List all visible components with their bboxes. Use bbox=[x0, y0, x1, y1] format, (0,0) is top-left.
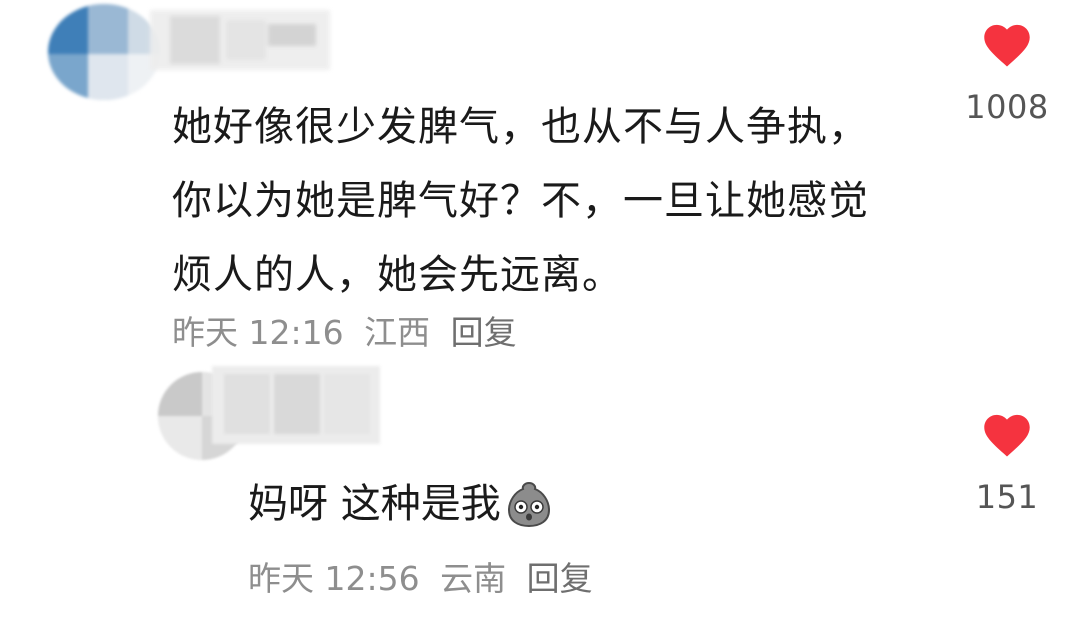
comment-location: 江西 bbox=[364, 313, 431, 352]
reply-like-count: 151 bbox=[975, 478, 1039, 516]
reply-meta: 昨天 12:56 云南 回复 bbox=[248, 552, 593, 600]
comment-like-count: 1008 bbox=[965, 88, 1049, 126]
comment-meta: 昨天 12:16 江西 回复 bbox=[172, 306, 517, 354]
commenter-avatar-blurred[interactable] bbox=[48, 4, 160, 100]
reply-like-button[interactable]: 151 bbox=[952, 408, 1062, 516]
reply-text: 妈呀 这种是我 bbox=[248, 474, 553, 534]
comment-text-line: 她好像很少发脾气，也从不与人争执， bbox=[172, 104, 869, 150]
reply-text-content: 妈呀 这种是我 bbox=[248, 481, 501, 527]
comment-text-line: 烦人的人，她会先远离。 bbox=[172, 252, 623, 298]
replier-name-blurred[interactable] bbox=[212, 366, 380, 444]
reply-button[interactable]: 回复 bbox=[451, 313, 517, 352]
heart-icon[interactable] bbox=[979, 18, 1035, 68]
heart-icon[interactable] bbox=[979, 408, 1035, 458]
comment-text: 她好像很少发脾气，也从不与人争执， 你以为她是脾气好？不，一旦让她感觉 烦人的人… bbox=[172, 90, 932, 312]
comment-time: 昨天 12:16 bbox=[172, 313, 344, 352]
comment-text-line: 你以为她是脾气好？不，一旦让她感觉 bbox=[172, 178, 869, 224]
reply-time: 昨天 12:56 bbox=[248, 559, 420, 598]
commenter-name-blurred[interactable] bbox=[150, 10, 330, 70]
shocked-face-emoji-icon bbox=[507, 481, 550, 528]
comment-like-button[interactable]: 1008 bbox=[952, 18, 1062, 126]
reply-location: 云南 bbox=[440, 559, 507, 598]
reply-button[interactable]: 回复 bbox=[527, 559, 593, 598]
